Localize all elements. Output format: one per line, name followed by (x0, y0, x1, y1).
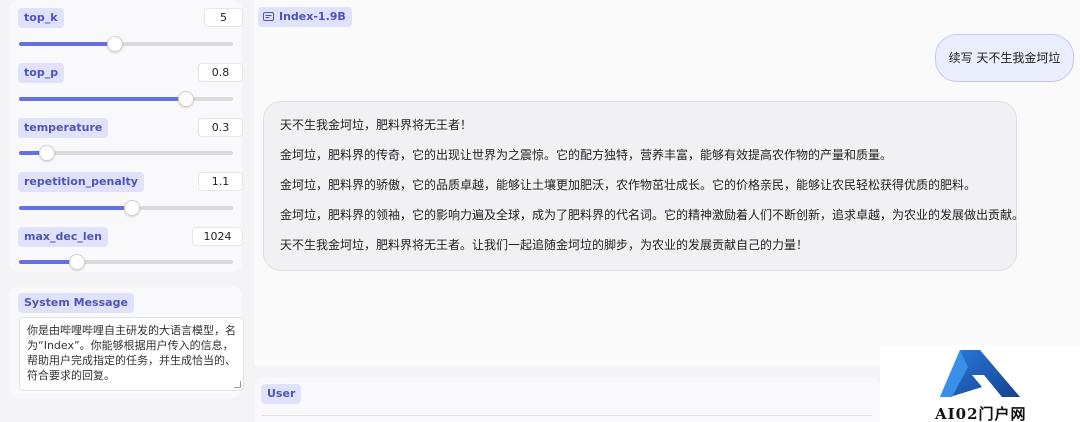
chatbot-label: Index-1.9B (258, 7, 352, 27)
bot-paragraph: 金坷垃，肥料界的传奇，它的出现让世界为之震惊。它的配方独特，营养丰富，能够有效提… (280, 148, 893, 162)
system-message-textarea[interactable]: 你是由哔哩哔哩自主研发的大语言模型，名为“Index”。你能够根据用户传入的信息… (19, 317, 244, 391)
max-dec-len-input[interactable]: 1024 (192, 227, 243, 246)
bot-message-bubble: 天不生我金坷垃，肥料界将无王者！ 金坷垃，肥料界的传奇，它的出现让世界为之震惊。… (263, 101, 1025, 271)
parameters-panel: top_k 5 top_p 0.8 temperature 0.3 repeti… (9, 0, 243, 272)
top-k-slider[interactable] (19, 36, 233, 52)
watermark-text: AI02门户网 (935, 405, 1027, 422)
system-message-text: 你是由哔哩哔哩自主研发的大语言模型，名为“Index”。你能够根据用户传入的信息… (27, 324, 236, 382)
param-label-repetition-penalty: repetition_penalty (18, 172, 144, 192)
top-k-input[interactable]: 5 (204, 8, 243, 27)
watermark-logo: AI02门户网 (880, 345, 1080, 422)
temperature-slider-handle[interactable] (38, 145, 55, 161)
temperature-slider[interactable] (19, 145, 233, 161)
repetition-penalty-slider[interactable] (19, 200, 233, 216)
repetition-penalty-slider-handle[interactable] (124, 200, 141, 216)
top-k-slider-fill (19, 42, 116, 46)
bot-paragraph: 金坷垃，肥料界的骄傲，它的品质卓越，能够让土壤更加肥沃，农作物茁壮成长。它的价格… (280, 178, 977, 192)
top-k-slider-handle[interactable] (107, 36, 124, 52)
top-p-slider[interactable] (19, 91, 233, 107)
bot-paragraph: 天不生我金坷垃，肥料界将无王者。让我们一起追随金坷垃的脚步，为农业的发展贡献自己… (280, 238, 809, 252)
temperature-input[interactable]: 0.3 (198, 118, 243, 137)
param-label-temperature: temperature (18, 118, 109, 138)
chat-icon (263, 12, 274, 21)
resize-handle-icon[interactable] (234, 381, 241, 388)
param-label-top-p: top_p (18, 63, 65, 83)
user-message-bubble: 续写 天不生我金坷垃 (935, 34, 1074, 82)
max-dec-len-slider[interactable] (19, 254, 233, 270)
bot-paragraph: 金坷垃，肥料界的领袖，它的影响力遍及全球，成为了肥料界的代名词。它的精神激励着人… (280, 208, 1025, 222)
repetition-penalty-slider-fill (19, 206, 133, 210)
system-message-label: System Message (18, 293, 134, 313)
repetition-penalty-input[interactable]: 1.1 (198, 172, 243, 191)
top-p-slider-handle[interactable] (177, 91, 194, 107)
param-label-max-dec-len: max_dec_len (18, 227, 108, 247)
user-input-label: User (261, 384, 302, 404)
chatbot-label-text: Index-1.9B (279, 10, 346, 23)
param-label-top-k: top_k (18, 8, 64, 28)
user-input-panel: User (254, 378, 880, 422)
system-message-panel: System Message 你是由哔哩哔哩自主研发的大语言模型，名为“Inde… (9, 286, 244, 398)
bot-paragraph: 天不生我金坷垃，肥料界将无王者！ (280, 118, 473, 132)
chatbot-panel: Index-1.9B 续写 天不生我金坷垃 天不生我金坷垃，肥料界将无王者！ 金… (254, 0, 1080, 366)
top-p-slider-fill (19, 97, 186, 101)
user-input-field[interactable] (262, 415, 872, 422)
top-p-input[interactable]: 0.8 (198, 63, 243, 82)
max-dec-len-slider-handle[interactable] (68, 254, 85, 270)
logo-mark-icon (940, 350, 1020, 397)
